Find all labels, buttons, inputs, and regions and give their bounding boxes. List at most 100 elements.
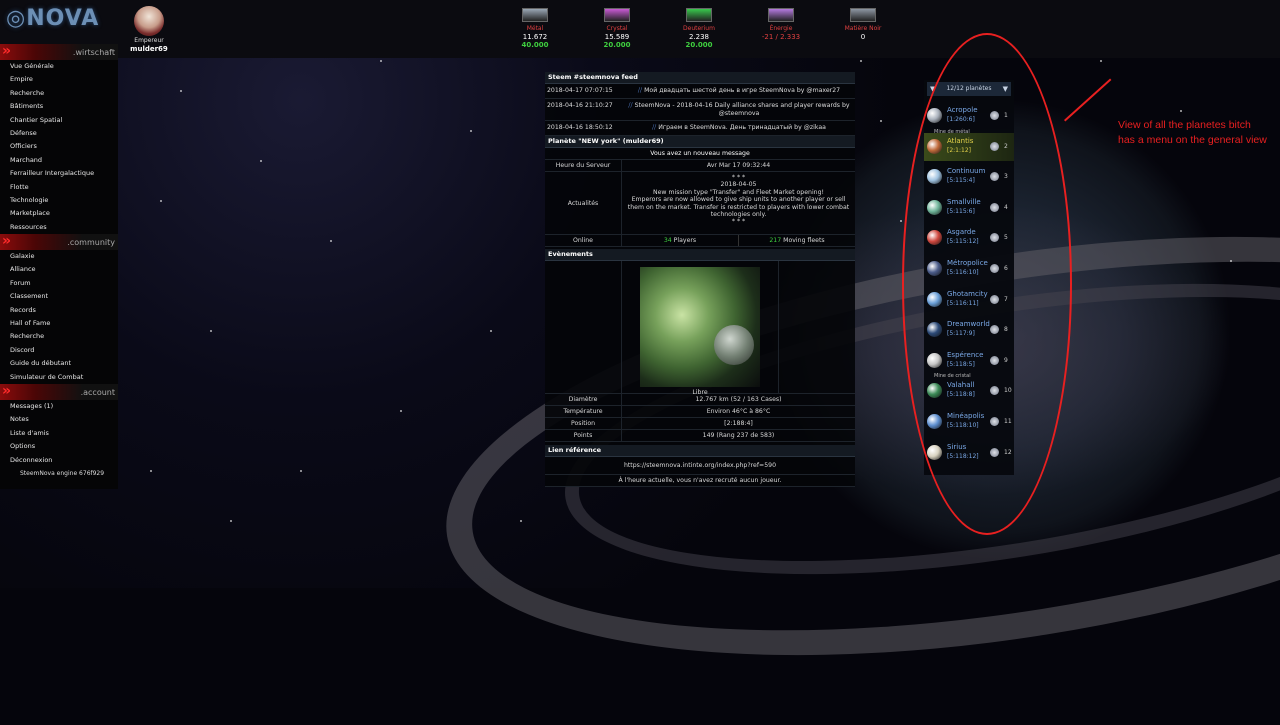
resource-value: 2.238 [688,33,710,41]
sidebar-item[interactable]: Chantier Spatial [0,114,118,127]
sidebar-item[interactable]: Empire [0,73,118,86]
feed-panel: Steem #steemnova feed 2018-04-17 07:07:1… [545,72,855,136]
resource-value: -21 / 2.333 [761,33,801,41]
new-message-link[interactable]: Vous avez un nouveau message [545,148,855,159]
sidebar-item[interactable]: Guide du débutant [0,357,118,370]
online-players: 34 Players [622,235,738,246]
feed-row[interactable]: 2018-04-16 18:50:12 ⧸⧸ Играем в SteemNova… [545,121,855,136]
feed-date: 2018-04-16 18:50:12 [547,124,613,131]
sidebar-item[interactable]: Technologie [0,194,118,207]
events-title: Evènements [545,249,855,261]
sidebar-item[interactable]: Galaxie [0,250,118,263]
resource-production: 40.000 [521,41,549,49]
star [180,90,182,92]
sidebar-section-label: .account [80,387,115,397]
detail-value: 12.767 km (52 / 163 Cases) [695,396,782,403]
resource-4[interactable]: Matière Noir 0 [838,8,888,41]
sidebar-item[interactable]: Ressources [0,221,118,234]
sidebar-item[interactable]: Marchand [0,154,118,167]
server-time: Avr Mar 17 09:32:44 [706,162,771,169]
deuterium-icon [686,8,712,22]
resource-production: 20.000 [603,41,631,49]
star [860,60,862,62]
sidebar-item[interactable]: Forum [0,277,118,290]
news-stars-bottom: * * * [731,218,746,226]
news-label: Actualités [545,172,622,234]
referral-link[interactable]: https://steemnova.intinte.org/index.php?… [545,457,855,474]
sidebar-item[interactable]: Hall of Fame [0,317,118,330]
engine-version: SteemNova engine 676f929 [20,469,105,477]
sidebar-item[interactable]: Discord [0,344,118,357]
resource-name: Matière Noir [844,25,882,32]
star [160,200,162,202]
resource-value: 15.589 [604,33,630,41]
sidebar-item[interactable]: Options [0,440,118,453]
sidebar-item[interactable]: Alliance [0,263,118,276]
sidebar-item[interactable]: Messages (1) [0,400,118,413]
game-logo[interactable]: ◎NOVA [6,6,118,34]
referral-status: À l'heure actuelle, vous n'avez recruté … [618,477,782,484]
sidebar-item[interactable]: Recherche [0,330,118,343]
star [300,470,302,472]
sidebar-item[interactable]: Liste d'amis [0,427,118,440]
chevron-right-icon: » [2,233,12,250]
feed-text-cell[interactable]: ⧸⧸ Играем в SteemNova. День тринадцатый … [623,121,855,135]
resource-3[interactable]: Énergie -21 / 2.333 [756,8,806,41]
players-label: Players [673,237,697,244]
star [150,470,152,472]
moon-image[interactable] [714,325,754,365]
star [330,240,332,242]
resource-name: Énergie [769,25,793,32]
sidebar-item[interactable]: Records [0,304,118,317]
feed-row[interactable]: 2018-04-16 21:10:27 ⧸⧸ SteemNova - 2018-0… [545,99,855,121]
resource-0[interactable]: Métal 11.672 40.000 [510,8,560,49]
sidebar-item[interactable]: Déconnexion [0,454,118,467]
moving-fleets[interactable]: 217 Moving fleets [738,235,855,246]
sidebar-item[interactable]: Officiers [0,140,118,153]
detail-label: Diamètre [545,394,622,405]
news-content: * * * 2018-04-05 New mission type "Trans… [622,172,855,234]
sidebar-section-header: » .community [0,233,118,251]
feed-text: Играем в SteemNova. День тринадцатый by … [658,124,826,131]
sidebar-item[interactable]: Ferrailleur Intergalactique [0,167,118,180]
resource-2[interactable]: Deuterium 2.238 20.000 [674,8,724,49]
feed-text-cell[interactable]: ⧸⧸ Мой двадцать шестой день в игре Steem… [623,84,855,98]
feed-text-cell[interactable]: ⧸⧸ SteemNova - 2018-04-16 Daily alliance… [623,99,855,120]
annotation-oval [902,33,1072,535]
username: mulder69 [130,45,168,53]
sidebar-item[interactable]: Marketplace [0,207,118,220]
news-headline: New mission type "Transfer" and Fleet Ma… [653,188,824,196]
feed-text: Мой двадцать шестой день в игре SteemNov… [644,87,841,94]
feed-text: SteemNova - 2018-04-16 Daily alliance sh… [634,102,850,117]
feed-row[interactable]: 2018-04-17 07:07:15 ⧸⧸ Мой двадцать шесто… [545,84,855,99]
news-body: Emperors are now allowed to give ship un… [627,196,850,219]
sidebar-item[interactable]: Vue Générale [0,60,118,73]
sidebar-item[interactable]: Simulateur de Combat [0,371,118,384]
feed-date: 2018-04-16 21:10:27 [547,102,613,109]
sidebar-item[interactable]: Bâtiments [0,100,118,113]
star [900,220,902,222]
star [210,330,212,332]
sidebar-item[interactable]: Classement [0,290,118,303]
resource-name: Deuterium [683,25,715,32]
online-label: Online [545,235,622,246]
resource-value: 0 [860,33,866,41]
avatar[interactable] [134,6,164,36]
sidebar-item[interactable]: Notes [0,413,118,426]
resource-name: Métal [526,25,544,32]
sidebar-item[interactable]: Défense [0,127,118,140]
planet-detail-row: Points 149 (Rang 237 de 583) [545,430,855,442]
crystal-icon [604,8,630,22]
planet-image[interactable] [640,267,760,387]
star [230,520,232,522]
detail-value: [2:188:4] [724,420,753,427]
sidebar-item[interactable]: Recherche [0,87,118,100]
planet-detail-row: Diamètre 12.767 km (52 / 163 Cases) [545,394,855,406]
resource-production: 20.000 [685,41,713,49]
planet-title: Planète "NEW york" (mulder69) [545,136,855,148]
star [490,330,492,332]
sidebar-item[interactable]: Flotte [0,181,118,194]
resource-1[interactable]: Crystal 15.589 20.000 [592,8,642,49]
energy-icon [768,8,794,22]
events-left-slot [545,261,622,393]
